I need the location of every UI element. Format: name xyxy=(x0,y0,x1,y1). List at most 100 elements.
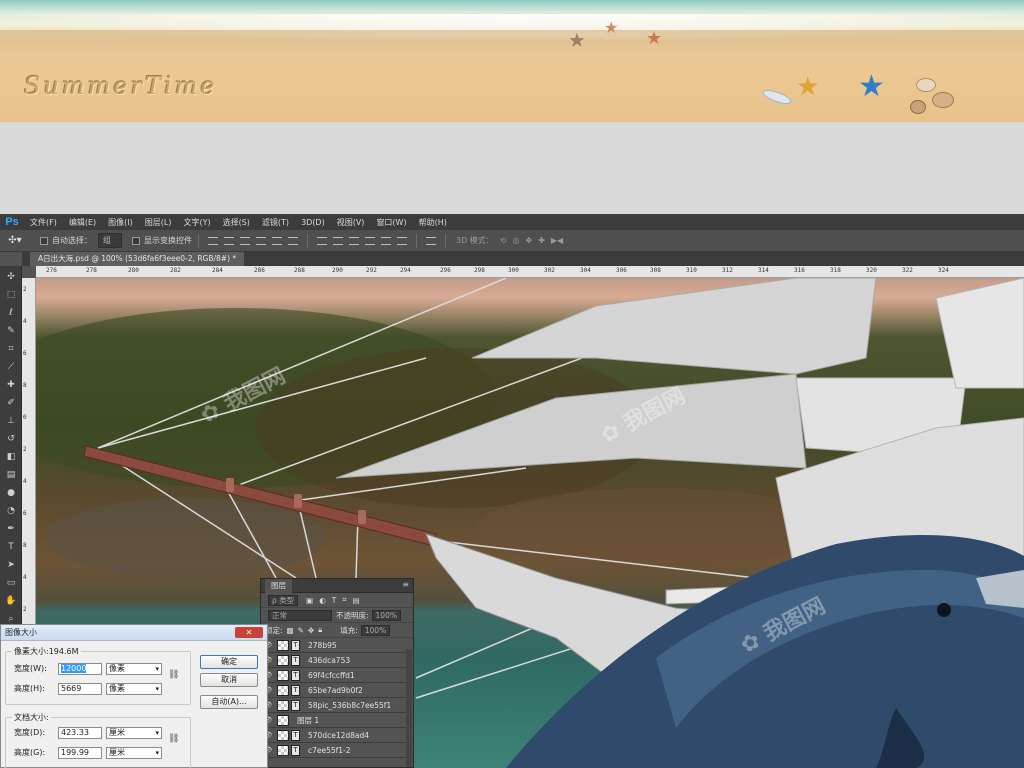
marquee-tool-icon[interactable]: ⬚ xyxy=(4,288,18,302)
crop-tool-icon[interactable]: ⌗ xyxy=(4,342,18,356)
cancel-button[interactable]: 取消 xyxy=(200,673,258,687)
menu-window[interactable]: 窗口(W) xyxy=(370,217,412,228)
distribute-right-icon[interactable] xyxy=(397,236,407,245)
layer-row[interactable]: 👁︎T436dca753 xyxy=(261,653,413,668)
menu-edit[interactable]: 编辑(E) xyxy=(63,217,102,228)
3d-roll-icon[interactable]: ◎ xyxy=(513,236,520,245)
gradient-tool-icon[interactable]: ▤ xyxy=(4,468,18,482)
stamp-tool-icon[interactable]: ⊥ xyxy=(4,414,18,428)
3d-rotate-icon[interactable]: ⟲ xyxy=(500,236,507,245)
dodge-tool-icon[interactable]: ◔ xyxy=(4,504,18,518)
height-unit-select[interactable]: 像素 xyxy=(106,683,162,695)
fill-input[interactable]: 100% xyxy=(360,624,391,636)
layer-row[interactable]: 👁︎T570dce12d8ad4 xyxy=(261,728,413,743)
lock-move-icon[interactable]: ✥ xyxy=(308,626,314,635)
document-tab[interactable]: A日出大海.psd @ 100% (53d6fa6f3eee0-2, RGB/8… xyxy=(30,252,245,266)
doc-height-input[interactable]: 199.99 xyxy=(58,747,102,759)
auto-align-icon[interactable] xyxy=(426,236,436,245)
lock-all-icon[interactable]: 🔒︎ xyxy=(318,625,322,635)
shape-tool-icon[interactable]: ▭ xyxy=(4,576,18,590)
align-bottom-icon[interactable] xyxy=(240,236,250,245)
pen-tool-icon[interactable]: ✒ xyxy=(4,522,18,536)
menu-3d[interactable]: 3D(D) xyxy=(295,218,331,227)
eraser-tool-icon[interactable]: ◧ xyxy=(4,450,18,464)
layer-row[interactable]: 👁︎Tc7ee55f1-2 xyxy=(261,743,413,758)
align-vcenter-icon[interactable] xyxy=(224,236,234,245)
auto-button[interactable]: 自动(A)... xyxy=(200,695,258,709)
distribute-hcenter-icon[interactable] xyxy=(381,236,391,245)
distribute-top-icon[interactable] xyxy=(317,236,327,245)
layer-filter-row: ρ 类型 ▣ ◐ T ⌗ ▤ xyxy=(261,593,413,608)
healing-brush-icon[interactable]: ✚ xyxy=(4,378,18,392)
panel-menu-icon[interactable]: ≡ xyxy=(402,580,409,589)
width-label: 宽度(W): xyxy=(14,664,47,673)
width-input[interactable]: 12000 xyxy=(58,663,102,675)
layer-row[interactable]: 👁︎图层 1 xyxy=(261,713,413,728)
history-brush-icon[interactable]: ↺ xyxy=(4,432,18,446)
brush-tool-icon[interactable]: ✐ xyxy=(4,396,18,410)
lasso-tool-icon[interactable]: ℓ xyxy=(4,306,18,320)
dialog-close-button[interactable]: ✕ xyxy=(235,627,263,638)
width-value: 12000 xyxy=(61,664,87,673)
blur-tool-icon[interactable]: ● xyxy=(4,486,18,500)
menu-image[interactable]: 图像(I) xyxy=(102,217,139,228)
ok-button[interactable]: 确定 xyxy=(200,655,258,669)
move-tool-icon[interactable]: ✣▾ xyxy=(0,235,30,246)
menu-help[interactable]: 帮助(H) xyxy=(413,217,453,228)
lock-paint-icon[interactable]: ✎ xyxy=(298,626,304,635)
filter-type-icon[interactable]: T xyxy=(332,596,337,605)
height-input[interactable]: 5669 xyxy=(58,683,102,695)
align-left-icon[interactable] xyxy=(256,236,266,245)
layer-row[interactable]: 👁︎T58pic_536b8c7ee55f1 xyxy=(261,698,413,713)
layer-row[interactable]: 👁︎T65be7ad9b0f2 xyxy=(261,683,413,698)
ruler-tick: 300 xyxy=(508,267,519,274)
doc-height-unit-select[interactable]: 厘米 xyxy=(106,747,162,759)
ruler-tick: 286 xyxy=(254,267,265,274)
filter-shape-icon[interactable]: ⌗ xyxy=(342,595,346,605)
align-right-icon[interactable] xyxy=(288,236,298,245)
doc-width-input[interactable]: 423.33 xyxy=(58,727,102,739)
auto-select-checkbox[interactable] xyxy=(40,236,48,245)
layer-row[interactable]: 👁︎T69f4cfccffd1 xyxy=(261,668,413,683)
distribute-bottom-icon[interactable] xyxy=(349,236,359,245)
auto-select-dropdown[interactable]: 组 xyxy=(98,233,122,248)
menu-select[interactable]: 选择(S) xyxy=(217,217,256,228)
3d-camera-icon[interactable]: ▶◀ xyxy=(551,236,563,245)
menu-file[interactable]: 文件(F) xyxy=(24,217,63,228)
ruler-tick: 280 xyxy=(128,267,139,274)
show-transform-checkbox[interactable] xyxy=(132,236,140,245)
menu-view[interactable]: 视图(V) xyxy=(331,217,371,228)
3d-pan-icon[interactable]: ✥ xyxy=(525,236,532,245)
type-tool-icon[interactable]: T xyxy=(4,540,18,554)
blend-mode-dropdown[interactable]: 正常 xyxy=(268,609,332,621)
layers-tab[interactable]: 图层 xyxy=(265,578,292,593)
ruler-tick: 278 xyxy=(86,267,97,274)
layer-filter-dropdown[interactable]: ρ 类型 xyxy=(268,594,299,606)
distribute-left-icon[interactable] xyxy=(365,236,375,245)
filter-pixel-icon[interactable]: ▣ xyxy=(306,596,313,605)
ruler-tick: 282 xyxy=(170,267,181,274)
3d-slide-icon[interactable]: ✚ xyxy=(538,236,545,245)
ruler-tick: 290 xyxy=(332,267,343,274)
menu-type[interactable]: 文字(Y) xyxy=(177,217,216,228)
layer-row[interactable]: 👁︎T278b95 xyxy=(261,638,413,653)
layers-scrollbar[interactable] xyxy=(406,649,412,767)
opacity-input[interactable]: 100% xyxy=(371,609,401,621)
distribute-vcenter-icon[interactable] xyxy=(333,236,343,245)
hand-tool-icon[interactable]: ✋ xyxy=(4,594,18,608)
align-hcenter-icon[interactable] xyxy=(272,236,282,245)
photoshop-logo: Ps xyxy=(5,216,19,228)
path-select-icon[interactable]: ➤ xyxy=(4,558,18,572)
filter-smart-icon[interactable]: ▤ xyxy=(353,596,360,605)
menu-filter[interactable]: 滤镜(T) xyxy=(256,217,295,228)
move-tool-icon[interactable]: ✣ xyxy=(4,270,18,284)
ruler-tick: 322 xyxy=(902,267,913,274)
doc-width-unit-select[interactable]: 厘米 xyxy=(106,727,162,739)
align-top-icon[interactable] xyxy=(208,236,218,245)
lock-pixels-icon[interactable]: ▩ xyxy=(287,626,294,635)
filter-adjust-icon[interactable]: ◐ xyxy=(319,596,326,605)
menu-layer[interactable]: 图层(L) xyxy=(139,217,178,228)
width-unit-select[interactable]: 像素 xyxy=(106,663,162,675)
quick-select-tool-icon[interactable]: ✎ xyxy=(4,324,18,338)
eyedropper-tool-icon[interactable]: ⟋ xyxy=(4,360,18,374)
